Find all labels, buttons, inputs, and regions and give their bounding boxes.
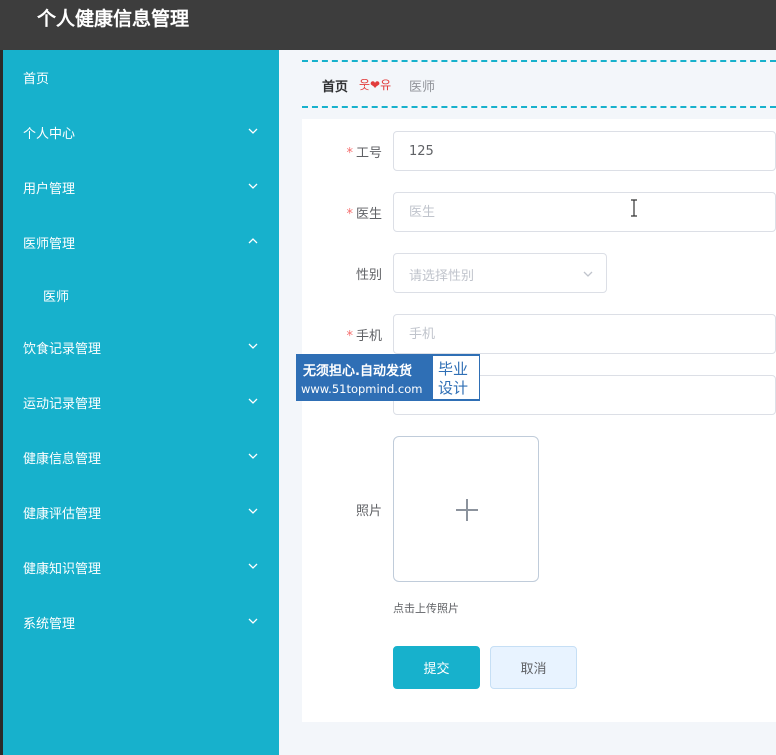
chevron-down-icon	[248, 183, 258, 189]
photo-upload[interactable]	[393, 436, 539, 582]
chevron-down-icon	[248, 453, 258, 459]
sidebar-item-label: 健康评估管理	[23, 507, 102, 522]
breadcrumb: 首页 웃❤유 医师	[302, 60, 776, 108]
chevron-up-icon	[248, 238, 258, 244]
sidebar-item-system-management[interactable]: 系统管理	[3, 595, 279, 650]
sidebar-item-health-knowledge[interactable]: 健康知识管理	[3, 540, 279, 595]
sidebar-item-label: 系统管理	[23, 617, 76, 632]
required-mark: *	[346, 329, 353, 344]
sidebar-item-label: 个人中心	[23, 127, 76, 142]
breadcrumb-home[interactable]: 首页	[322, 76, 348, 95]
submit-button[interactable]: 提交	[393, 646, 480, 689]
doctor-label: * 医生	[346, 207, 382, 222]
gender-select[interactable]: 请选择性别	[393, 253, 607, 293]
phone-input[interactable]	[393, 314, 776, 354]
job-no-label: * 工号	[346, 146, 382, 161]
sidebar-item-label: 健康信息管理	[23, 452, 102, 467]
photo-label: 照片	[355, 504, 382, 519]
sidebar-item-personal-center[interactable]: 个人中心	[3, 105, 279, 160]
sidebar-item-doctor[interactable]: 医师	[3, 268, 279, 323]
sidebar: 首页 个人中心 用户管理 医师管理 医师 饮食记录管理 运动记录管理 健康信息管…	[3, 50, 279, 755]
sidebar-item-home[interactable]: 首页	[3, 50, 279, 105]
top-bar: 个人健康信息管理	[0, 0, 776, 50]
sidebar-item-label: 医师管理	[23, 237, 76, 252]
breadcrumb-current: 医师	[409, 80, 436, 95]
sidebar-item-user-management[interactable]: 用户管理	[3, 160, 279, 215]
sidebar-item-label: 首页	[23, 72, 50, 87]
sidebar-item-label: 饮食记录管理	[23, 342, 102, 357]
watermark-line2: www.51topmind.com	[301, 382, 423, 396]
required-mark: *	[346, 146, 353, 161]
job-no-input[interactable]	[393, 131, 776, 171]
sidebar-item-exercise-records[interactable]: 运动记录管理	[3, 375, 279, 430]
text-cursor-icon	[631, 199, 637, 217]
plus-icon	[466, 499, 468, 521]
breadcrumb-separator: 웃❤유	[359, 78, 392, 92]
chevron-down-icon	[248, 398, 258, 404]
sidebar-item-diet-records[interactable]: 饮食记录管理	[3, 320, 279, 375]
sidebar-item-doctor-management[interactable]: 医师管理	[3, 215, 279, 270]
watermark-box-line2: 设计	[438, 379, 469, 397]
required-mark: *	[346, 207, 353, 222]
gender-label: 性别	[355, 268, 382, 283]
cancel-button[interactable]: 取消	[490, 646, 577, 689]
app-title: 个人健康信息管理	[37, 8, 190, 30]
gender-placeholder: 请选择性别	[409, 269, 475, 284]
sidebar-item-label: 运动记录管理	[23, 397, 102, 412]
watermark-box-line1: 毕业	[438, 360, 469, 378]
upload-tip: 点击上传照片	[393, 602, 459, 615]
sidebar-item-health-info[interactable]: 健康信息管理	[3, 430, 279, 485]
chevron-down-icon	[248, 128, 258, 134]
chevron-down-icon	[248, 618, 258, 624]
phone-label: * 手机	[346, 329, 382, 344]
chevron-down-icon	[248, 508, 258, 514]
watermark-box: 毕业 设计	[433, 356, 479, 399]
chevron-down-icon	[583, 271, 593, 277]
sidebar-item-label: 健康知识管理	[23, 562, 102, 577]
sidebar-item-health-assessment[interactable]: 健康评估管理	[3, 485, 279, 540]
chevron-down-icon	[248, 343, 258, 349]
sidebar-item-label: 用户管理	[23, 182, 76, 197]
watermark-banner: 无须担心.自动发货 www.51topmind.com 毕业 设计	[296, 354, 480, 401]
sidebar-item-label: 医师	[43, 290, 70, 305]
chevron-down-icon	[248, 563, 258, 569]
doctor-input[interactable]	[393, 192, 776, 232]
watermark-line1: 无须担心.自动发货	[303, 364, 412, 379]
